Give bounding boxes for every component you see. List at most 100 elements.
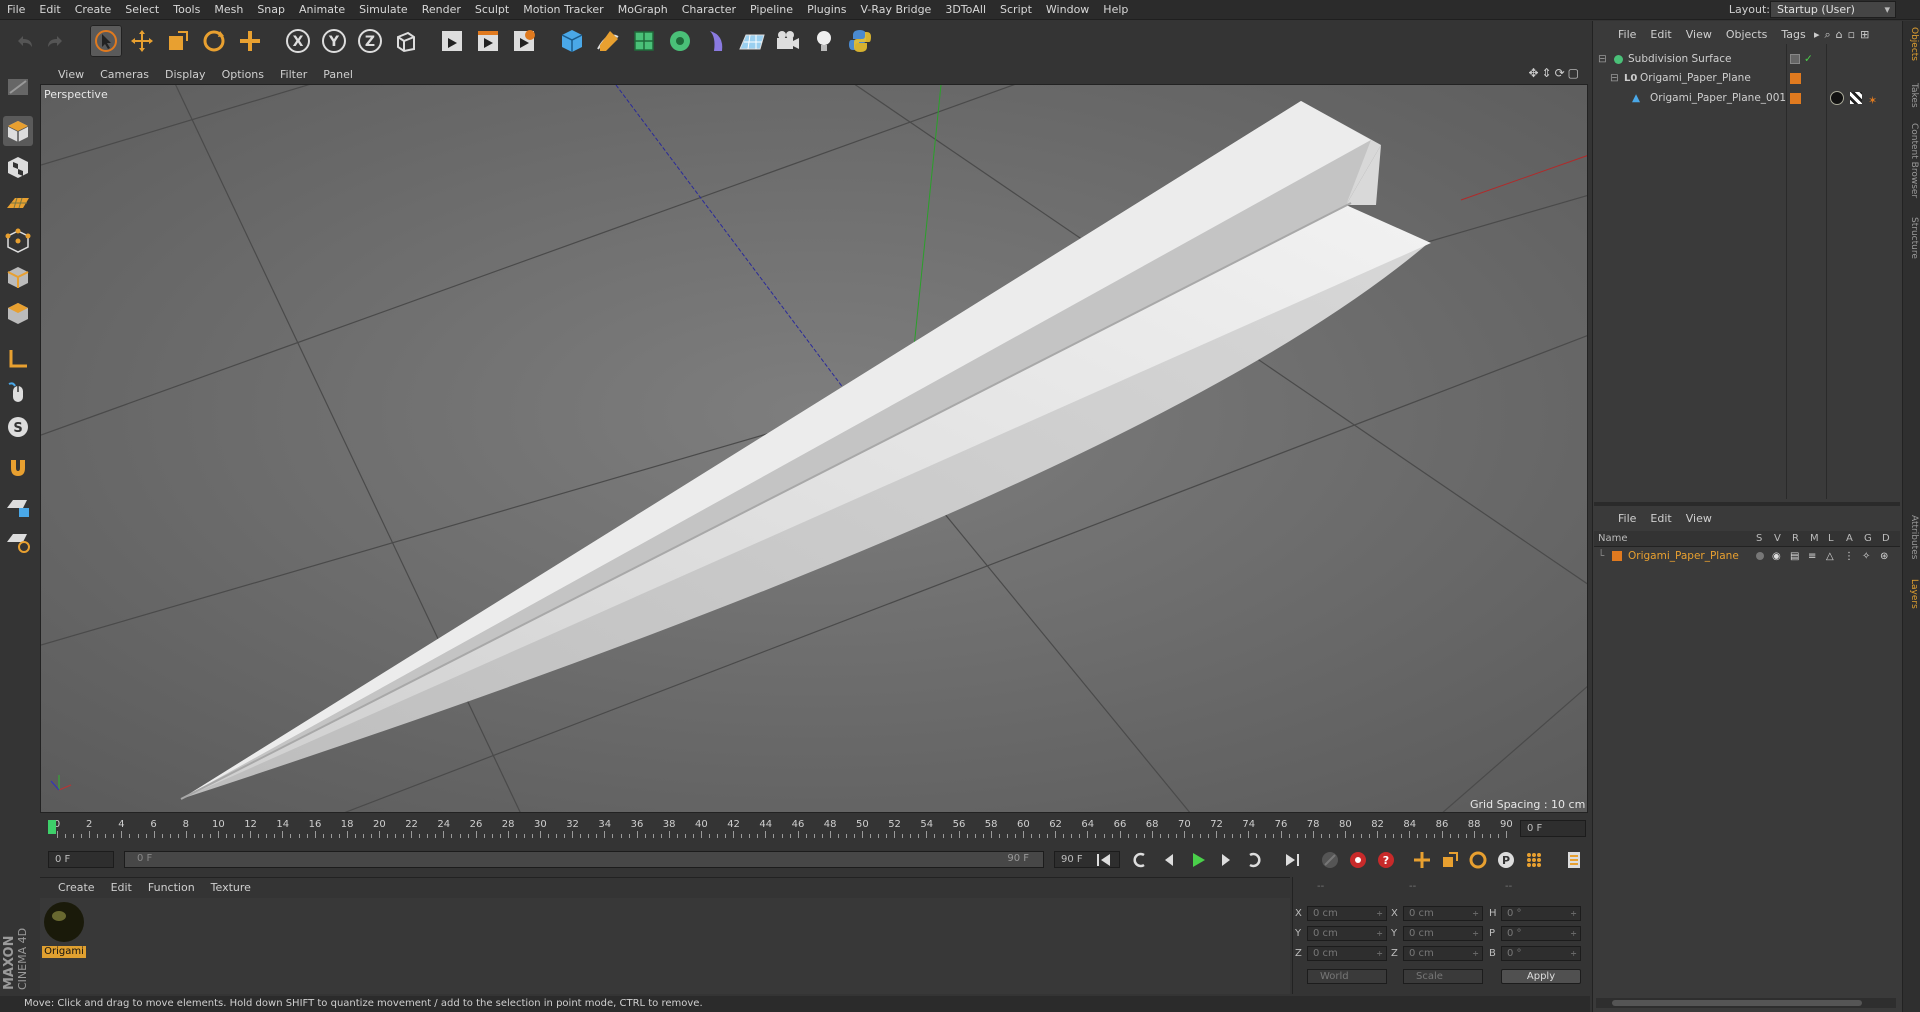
planar-workplane-icon[interactable] <box>3 526 33 556</box>
deformer-icon[interactable] <box>700 25 732 57</box>
side-tab-structure[interactable]: Structure <box>1909 217 1919 259</box>
menu-snap[interactable]: Snap <box>250 0 292 20</box>
size-mode-select[interactable]: Scale <box>1403 969 1483 984</box>
menu-file[interactable]: File <box>0 0 32 20</box>
current-frame-field[interactable]: 0 F <box>1520 820 1586 837</box>
subdivision-surface-icon[interactable] <box>628 25 660 57</box>
layer-lock-icon[interactable]: △ <box>1826 547 1834 566</box>
material-menu-create[interactable]: Create <box>40 878 103 898</box>
record-active-icon[interactable] <box>1346 848 1370 872</box>
material-name-label[interactable]: Origami <box>42 946 86 958</box>
autokey-icon[interactable]: ? <box>1374 848 1398 872</box>
next-key-icon[interactable] <box>1242 848 1266 872</box>
uvw-tag-icon[interactable] <box>1850 92 1862 104</box>
layer-menu-file[interactable]: File <box>1592 509 1643 529</box>
material-menu-function[interactable]: Function <box>140 878 203 898</box>
menu-mograph[interactable]: MoGraph <box>611 0 675 20</box>
side-tab-objects[interactable]: Objects <box>1909 27 1919 61</box>
menu-plugins[interactable]: Plugins <box>800 0 853 20</box>
play-icon[interactable] <box>1186 848 1210 872</box>
rotation-p-field[interactable]: 0 ° <box>1501 926 1581 941</box>
key-parameter-icon[interactable]: P <box>1494 848 1518 872</box>
menu-window[interactable]: Window <box>1039 0 1096 20</box>
texture-tag-icon[interactable]: ✶ <box>1868 91 1877 110</box>
material-tag-icon[interactable] <box>1830 91 1844 105</box>
key-pla-icon[interactable] <box>1522 848 1546 872</box>
side-tab-attributes[interactable]: Attributes <box>1909 515 1919 559</box>
layer-color-icon[interactable] <box>1790 73 1801 84</box>
menu-render[interactable]: Render <box>415 0 468 20</box>
coordinate-system-icon[interactable] <box>390 25 422 57</box>
timeline-window-icon[interactable] <box>1562 848 1586 872</box>
viewport-menu-filter[interactable]: Filter <box>272 66 315 83</box>
z-axis-lock-icon[interactable]: Z <box>354 25 386 57</box>
object-menu-edit[interactable]: Edit <box>1643 25 1678 45</box>
position-x-field[interactable]: 0 cm <box>1307 906 1387 921</box>
object-row-origami-paper-plane[interactable]: ⊟ L0 Origami_Paper_Plane <box>1592 69 1902 88</box>
menu-mesh[interactable]: Mesh <box>207 0 250 20</box>
start-frame-field[interactable]: 0 F <box>48 851 114 868</box>
perspective-viewport[interactable] <box>40 84 1588 813</box>
key-position-icon[interactable] <box>1410 848 1434 872</box>
python-icon[interactable] <box>844 25 876 57</box>
layer-icon[interactable] <box>1790 54 1800 64</box>
cloner-icon[interactable] <box>664 25 696 57</box>
layer-menu-view[interactable]: View <box>1679 509 1719 529</box>
object-menu-view[interactable]: View <box>1679 25 1719 45</box>
layer-menu-edit[interactable]: Edit <box>1643 509 1678 529</box>
model-mode-icon[interactable] <box>3 116 33 146</box>
menu-tools[interactable]: Tools <box>166 0 207 20</box>
object-row-subdivision-surface[interactable]: ⊟ Subdivision Surface ✓ <box>1592 50 1902 69</box>
menu-pipeline[interactable]: Pipeline <box>743 0 800 20</box>
snapping-icon[interactable]: S <box>3 412 33 442</box>
viewport-navigation-icons[interactable]: ✥⇕⟳▢ <box>1528 66 1588 83</box>
horizontal-scrollbar[interactable] <box>1596 998 1896 1008</box>
material-menu-texture[interactable]: Texture <box>203 878 259 898</box>
select-tool-icon[interactable] <box>90 25 122 57</box>
redo-icon[interactable] <box>40 25 72 57</box>
object-menu-objects[interactable]: Objects <box>1719 25 1775 45</box>
layer-row[interactable]: └ Origami_Paper_Plane ◉ ▤ ≡ △ ⋮ ✧ ⊛ <box>1592 547 1902 566</box>
apply-button[interactable]: Apply <box>1501 969 1581 984</box>
layer-render-icon[interactable]: ▤ <box>1790 547 1799 566</box>
size-y-field[interactable]: 0 cm <box>1403 926 1483 941</box>
x-axis-lock-icon[interactable]: X <box>282 25 314 57</box>
lock-workplane-icon[interactable] <box>3 492 33 522</box>
workplane-icon[interactable] <box>3 188 33 218</box>
layer-color-icon[interactable] <box>1612 551 1622 561</box>
size-x-field[interactable]: 0 cm <box>1403 906 1483 921</box>
rotation-h-field[interactable]: 0 ° <box>1501 906 1581 921</box>
layer-animation-icon[interactable]: ⋮ <box>1844 547 1854 566</box>
next-frame-icon[interactable] <box>1214 848 1238 872</box>
layer-visible-icon[interactable]: ◉ <box>1772 547 1781 566</box>
menu-create[interactable]: Create <box>68 0 119 20</box>
menu-vray-bridge[interactable]: V-Ray Bridge <box>853 0 938 20</box>
menu-character[interactable]: Character <box>675 0 743 20</box>
edges-mode-icon[interactable] <box>3 262 33 292</box>
side-tab-content-browser[interactable]: Content Browser <box>1909 123 1919 198</box>
scrollbar-thumb[interactable] <box>1612 1000 1862 1006</box>
make-editable-icon[interactable] <box>3 72 33 102</box>
object-row-origami-paper-plane-001[interactable]: ▲ Origami_Paper_Plane_001 ✶ <box>1592 89 1902 108</box>
layer-color-icon[interactable] <box>1790 93 1801 104</box>
object-menu-tags[interactable]: Tags <box>1774 25 1812 45</box>
menu-select[interactable]: Select <box>118 0 166 20</box>
cube-primitive-icon[interactable] <box>556 25 588 57</box>
previous-key-icon[interactable] <box>1128 848 1152 872</box>
material-menu-edit[interactable]: Edit <box>103 878 140 898</box>
panel-divider[interactable] <box>1594 502 1900 506</box>
render-picture-viewer-icon[interactable] <box>472 25 504 57</box>
tweak-mode-icon[interactable] <box>3 378 33 408</box>
key-scale-icon[interactable] <box>1438 848 1462 872</box>
light-icon[interactable] <box>808 25 840 57</box>
playhead-marker[interactable] <box>48 820 56 834</box>
layer-solo-icon[interactable] <box>1756 552 1764 560</box>
live-selection-icon[interactable] <box>234 25 266 57</box>
side-tab-takes[interactable]: Takes <box>1909 83 1919 108</box>
position-z-field[interactable]: 0 cm <box>1307 946 1387 961</box>
menu-help[interactable]: Help <box>1096 0 1135 20</box>
camera-icon[interactable] <box>772 25 804 57</box>
size-z-field[interactable]: 0 cm <box>1403 946 1483 961</box>
floor-icon[interactable] <box>736 25 768 57</box>
scale-tool-icon[interactable] <box>162 25 194 57</box>
